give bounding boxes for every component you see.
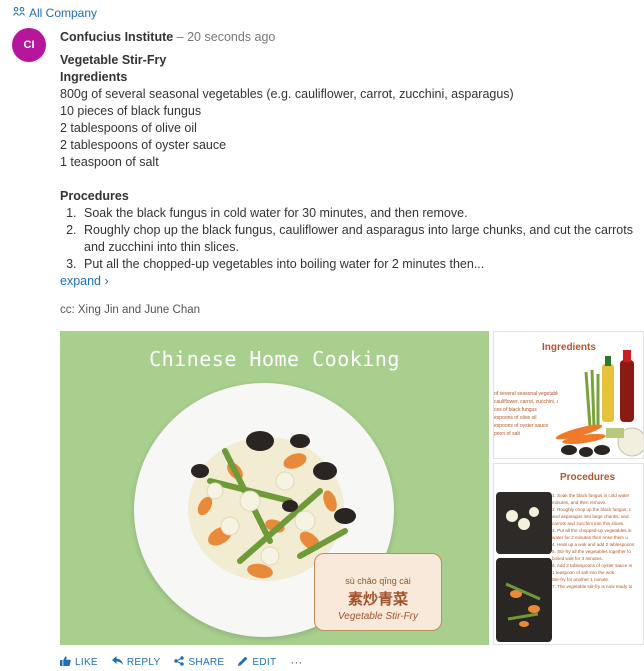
list-item: 10 pieces of black fungus (60, 104, 202, 118)
thumbnail-line: minutes, and then remove. (552, 500, 607, 505)
thumbnail-line: boiled wok for 3 minutes. (552, 556, 603, 561)
thumbnail-text: 1. Soak the black fungus in cold water m… (552, 492, 643, 590)
thumbnail-line: 1 teaspoon of salt into the wok. (552, 570, 616, 575)
author-name[interactable]: Confucius Institute (60, 30, 173, 44)
list-item: 1 teaspoon of salt (60, 155, 159, 169)
edit-button[interactable]: EDIT (238, 656, 276, 669)
thumbnail-line: carrots and zucchini into thin slices. (552, 521, 625, 526)
ingredients-heading: Ingredients (60, 70, 128, 84)
like-button[interactable]: LIKE (60, 655, 98, 669)
post-body: Vegetable Stir-Fry Ingredients 800g of s… (60, 52, 635, 319)
dish-label: sù chǎo qīng cài 素炒青菜 Vegetable Stir-Fry (314, 553, 442, 631)
ingredients-thumbnail[interactable]: Ingredients of several seasonal vegetabl… (493, 331, 644, 459)
thumbnail-line: 6. Add 2 tablespoons of oyster sauce in (552, 563, 633, 568)
ingredients-list: 800g of several seasonal vegetables (e.g… (60, 86, 635, 171)
thumbnail-line: 7. The vegetable stir-fry is now ready t… (552, 584, 633, 589)
dish-english-name: Vegetable Stir-Fry (337, 611, 419, 622)
like-label: LIKE (75, 656, 98, 668)
expand-link[interactable]: expand › (60, 273, 109, 290)
thumbnail-line: 4. Heat up a wok and add 2 tablespoons (552, 542, 635, 547)
thumbnail-line: and asparagus into large chunks, and (552, 514, 629, 519)
list-item: Soak the black fungus in cold water for … (80, 205, 635, 222)
group-link-all-company[interactable]: All Company (13, 6, 97, 20)
thumbs-up-icon (60, 655, 71, 669)
more-options-button[interactable]: ··· (290, 655, 302, 669)
procedures-heading: Procedures (60, 189, 129, 203)
group-people-icon (13, 7, 25, 19)
edit-label: EDIT (252, 656, 277, 668)
dish-pinyin: sù chǎo qīng cài (345, 576, 411, 586)
avatar[interactable]: CI (12, 28, 46, 62)
reply-arrow-icon (111, 656, 123, 668)
thumbnail-line: 5. Stir-fry all the vegetables together … (552, 549, 631, 554)
list-item: 800g of several seasonal vegetables (e.g… (60, 87, 514, 101)
dish-chinese-name: 素炒青菜 (347, 590, 408, 608)
post-header: Confucius Institute – 20 seconds ago (60, 30, 275, 44)
header-separator: – (173, 30, 188, 44)
reply-button[interactable]: REPLY (111, 656, 161, 668)
list-item: Roughly chop up the black fungus, caulif… (80, 222, 635, 256)
thumbnail-line: 2. Roughly chop up the black fungus, c (552, 507, 632, 512)
reply-label: REPLY (126, 656, 161, 668)
list-item: Put all the chopped-up vegetables into b… (80, 256, 635, 273)
share-label: SHARE (188, 656, 225, 668)
procedures-list: Soak the black fungus in cold water for … (60, 205, 635, 273)
list-item: 2 tablespoons of olive oil (60, 121, 197, 135)
cc-line: cc: Xing Jin and June Chan (60, 304, 201, 316)
group-label[interactable]: All Company (29, 6, 97, 20)
thumbnail-line: 3. Put all the chopped-up vegetables in (552, 528, 632, 533)
thumbnail-line: Stir-fry for another 1 minute. (552, 577, 610, 582)
ingredients-illustration (555, 350, 643, 457)
share-button[interactable]: SHARE (174, 655, 225, 669)
post-title: Vegetable Stir-Fry (60, 53, 167, 67)
list-item: 2 tablespoons of oyster sauce (60, 138, 227, 152)
thumbnail-line: water for 2 minutes then rinse them u (552, 535, 628, 540)
post-actions: LIKE REPLY SHARE EDIT ··· (60, 655, 302, 669)
post-timestamp[interactable]: 20 seconds ago (187, 30, 275, 44)
thumbnail-line: 1. Soak the black fungus in cold water (552, 493, 630, 498)
main-image[interactable]: Chinese Home Cooking sù chǎo qīng cài 素炒… (60, 331, 489, 645)
pencil-icon (238, 656, 248, 669)
share-icon (174, 655, 185, 669)
procedures-thumbnail[interactable]: Procedures 1. Soak the black fungus in c… (493, 463, 644, 645)
